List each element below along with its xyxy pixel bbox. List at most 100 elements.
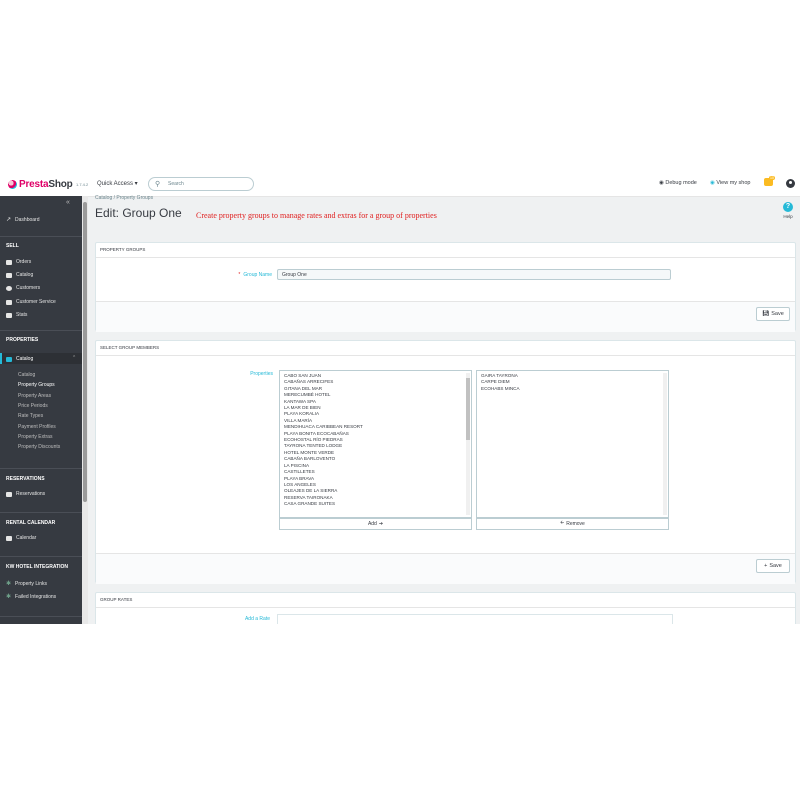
account-icon	[6, 285, 12, 291]
collapse-sidebar-icon[interactable]: «	[66, 199, 70, 206]
save-button[interactable]: 💾︎ Save	[756, 307, 790, 321]
debug-mode-link[interactable]: ◉ Debug mode	[659, 180, 697, 186]
sidebar-section-kw-hotel: KW HOTEL INTEGRATION	[6, 564, 69, 570]
list-item[interactable]: ECOHABS MINCA	[477, 386, 668, 392]
add-label: Add	[367, 521, 377, 527]
sidebar: « ↗ Dashboard SELL Orders Catalog Custom…	[0, 196, 82, 624]
sidebar-item-label: Catalog	[16, 272, 34, 278]
view-shop-link[interactable]: ◉ View my shop	[710, 180, 750, 186]
add-rate-label[interactable]: Add a Rate	[226, 616, 270, 622]
sidebar-sub-property-areas[interactable]: Property Areas	[18, 393, 51, 399]
sidebar-scrollbar[interactable]	[82, 196, 88, 624]
sidebar-sub-catalog[interactable]: Catalog	[18, 372, 35, 378]
user-account-icon[interactable]	[786, 179, 795, 188]
list-scrollbar[interactable]	[663, 373, 667, 515]
calendar-icon	[6, 535, 12, 541]
help-button[interactable]: ? Help	[782, 202, 794, 219]
list-scrollbar[interactable]	[466, 373, 470, 515]
breadcrumb[interactable]: Catalog / Property Groups	[95, 195, 153, 201]
panel-divider	[96, 607, 795, 608]
help-label: Help	[783, 214, 793, 219]
sidebar-sub-property-discounts[interactable]: Property Discounts	[18, 444, 60, 450]
prestashop-logo[interactable]: PrestaShop	[8, 178, 73, 190]
panel-divider	[96, 355, 795, 356]
debug-mode-label: Debug mode	[665, 180, 697, 186]
group-members-panel: SELECT GROUP MEMBERS Properties CABO SAN…	[95, 340, 796, 584]
sidebar-item-label: Dashboard	[15, 216, 40, 223]
sidebar-item-label: Stats	[16, 312, 28, 318]
card-icon	[6, 491, 12, 497]
available-properties-list[interactable]: CABO SAN JUAN CABAÑAS ARRECIFES GITANA DEL…	[279, 370, 472, 518]
search-icon: ⚲	[155, 181, 161, 188]
trending-icon: ↗	[6, 217, 12, 223]
arrow-right-icon: ➔	[378, 521, 384, 527]
panel-heading: GROUP RATES	[100, 597, 133, 602]
sidebar-section-sell: SELL	[6, 243, 19, 249]
sidebar-item-label: Customers	[16, 285, 41, 291]
prestashop-logo-icon	[8, 179, 17, 189]
group-name-label-text: Group Name	[243, 272, 272, 278]
cart-icon	[6, 259, 12, 265]
remove-button[interactable]: 🡨︎ Remove	[476, 518, 669, 530]
app-frame: PrestaShop 1.7.4.2 Quick Access ▾ ⚲ Sear…	[0, 172, 800, 624]
panel-heading: SELECT GROUP MEMBERS	[100, 345, 160, 350]
sidebar-scroll-thumb[interactable]	[83, 202, 87, 502]
sidebar-item-properties-catalog[interactable]: Catalog	[6, 356, 33, 362]
selected-properties-list[interactable]: GAIRA TAYRONA CARPE DIEM ECOHABS MINCA	[476, 370, 669, 518]
puzzle-icon: ✱	[6, 581, 12, 587]
required-asterisk: *	[238, 272, 241, 278]
sidebar-item-property-links[interactable]: ✱ Property Links	[6, 580, 47, 588]
sidebar-section-rental-calendar: RENTAL CALENDAR	[6, 520, 56, 526]
sidebar-divider	[0, 468, 82, 469]
panel-footer: 💾︎ Save	[96, 301, 795, 332]
sidebar-item-calendar[interactable]: Calendar	[6, 535, 36, 541]
sidebar-divider	[0, 616, 82, 617]
floppy-icon: 💾︎	[762, 311, 770, 317]
list-scroll-thumb[interactable]	[466, 378, 470, 440]
sidebar-item-label: Customer Service	[16, 299, 56, 305]
sidebar-sub-payment-profiles[interactable]: Payment Profiles	[18, 424, 56, 430]
sidebar-item-failed-integrations[interactable]: ✱ Failed Integrations	[6, 593, 56, 601]
search-placeholder: Search	[168, 180, 184, 187]
page-note: Create property groups to manage rates a…	[196, 211, 437, 220]
list-item[interactable]: CASA GRANDE SUITES	[280, 501, 471, 507]
sidebar-item-orders[interactable]: Orders	[6, 259, 31, 265]
chart-icon	[6, 312, 12, 318]
top-header: PrestaShop 1.7.4.2 Quick Access ▾ ⚲ Sear…	[0, 172, 800, 197]
sidebar-sub-price-periods[interactable]: Price Periods	[18, 403, 48, 409]
sidebar-item-dashboard[interactable]: ↗ Dashboard	[6, 216, 40, 224]
logo-brand: Presta	[19, 178, 49, 190]
sidebar-divider	[0, 556, 82, 557]
sidebar-item-customer-service[interactable]: Customer Service	[6, 299, 56, 305]
arrow-left-icon: 🡨︎	[560, 520, 565, 526]
search-input[interactable]: ⚲ Search	[148, 177, 254, 191]
sidebar-item-stats[interactable]: Stats	[6, 312, 27, 318]
remove-label: Remove	[566, 521, 585, 527]
group-name-field[interactable]: Group One	[277, 269, 671, 280]
quick-access-dropdown[interactable]: Quick Access ▾	[97, 180, 138, 187]
save-members-button[interactable]: + Save	[756, 559, 790, 573]
sidebar-item-label: Property Links	[15, 580, 47, 587]
panel-divider	[96, 257, 795, 258]
sidebar-item-label: Catalog	[16, 356, 34, 362]
sidebar-sub-property-groups[interactable]: Property Groups	[18, 382, 55, 388]
add-button[interactable]: Add ➔	[279, 518, 472, 530]
sidebar-item-customers[interactable]: Customers	[6, 285, 40, 291]
sidebar-item-label: Orders	[16, 259, 32, 265]
rates-table	[277, 614, 673, 624]
sidebar-sub-rate-types[interactable]: Rate Types	[18, 413, 43, 419]
eye-icon: ◉	[710, 180, 715, 186]
help-icon: ?	[783, 202, 793, 212]
property-groups-panel: PROPERTY GROUPS * Group Name Group One 💾︎…	[95, 242, 796, 332]
chevron-up-icon: ⌃	[72, 355, 77, 361]
save-label: Save	[771, 311, 784, 317]
store-icon	[6, 272, 12, 278]
sidebar-item-reservations[interactable]: Reservations	[6, 491, 45, 497]
sidebar-item-label: Calendar	[16, 535, 37, 541]
sidebar-sub-property-extras[interactable]: Property Extras	[18, 434, 52, 440]
view-shop-label: View my shop	[716, 180, 751, 186]
sidebar-section-properties: PROPERTIES	[6, 337, 39, 343]
store-icon	[6, 356, 12, 362]
sidebar-item-catalog[interactable]: Catalog	[6, 272, 33, 278]
sidebar-divider	[0, 330, 82, 331]
